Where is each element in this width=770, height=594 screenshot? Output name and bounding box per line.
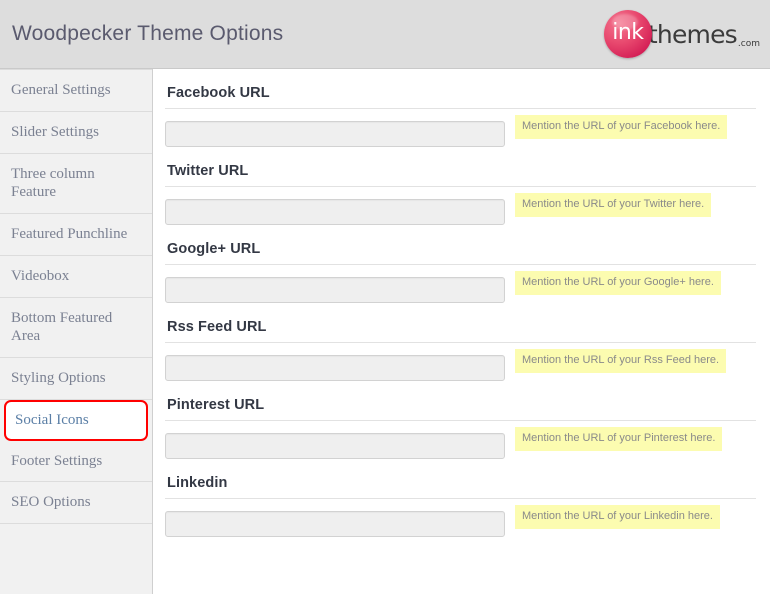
- field-label-facebook: Facebook URL: [167, 85, 270, 101]
- field-row-twitter: Mention the URL of your Twitter here.: [165, 187, 756, 225]
- field-block-rss-feed: Rss Feed URL Mention the URL of your Rss…: [165, 303, 756, 381]
- sidebar-item-videobox[interactable]: Videobox: [0, 256, 152, 298]
- facebook-url-input[interactable]: [165, 121, 505, 147]
- facebook-url-hint: Mention the URL of your Facebook here.: [515, 115, 728, 140]
- sidebar-item-label: Slider Settings: [11, 123, 99, 140]
- field-label-linkedin: Linkedin: [167, 475, 228, 491]
- field-block-linkedin: Linkedin Mention the URL of your Linkedi…: [165, 459, 756, 537]
- googleplus-url-hint: Mention the URL of your Google+ here.: [515, 271, 721, 296]
- field-block-googleplus: Google+ URL Mention the URL of your Goog…: [165, 225, 756, 303]
- field-block-twitter: Twitter URL Mention the URL of your Twit…: [165, 147, 756, 225]
- field-row-facebook: Mention the URL of your Facebook here.: [165, 109, 756, 147]
- twitter-url-hint: Mention the URL of your Twitter here.: [515, 193, 712, 218]
- theme-options-page: Woodpecker Theme Options ink themes .com…: [0, 0, 770, 594]
- sidebar-item-slider-settings[interactable]: Slider Settings: [0, 112, 152, 154]
- sidebar-item-bottom-featured-area[interactable]: Bottom Featured Area: [0, 298, 152, 358]
- sidebar-item-general-settings[interactable]: General Settings: [0, 69, 152, 112]
- field-block-facebook: Facebook URL Mention the URL of your Fac…: [165, 69, 756, 147]
- sidebar-item-label: Bottom Featured Area: [11, 309, 113, 345]
- sidebar-item-seo-options[interactable]: SEO Options: [0, 482, 152, 524]
- sidebar-item-featured-punchline[interactable]: Featured Punchline: [0, 214, 152, 256]
- sidebar-item-label: Featured Punchline: [11, 226, 128, 242]
- pinterest-url-hint: Mention the URL of your Pinterest here.: [515, 427, 723, 452]
- sidebar-item-styling-options[interactable]: Styling Options: [0, 358, 152, 400]
- logo-tld-text: .com: [737, 39, 760, 49]
- logo-circle-icon: ink: [603, 10, 652, 58]
- field-label-googleplus: Google+ URL: [167, 241, 261, 257]
- sidebar-item-label: Videobox: [11, 267, 70, 284]
- sidebar-item-label: SEO Options: [11, 494, 91, 511]
- field-row-pinterest: Mention the URL of your Pinterest here.: [165, 421, 756, 459]
- page-title: Woodpecker Theme Options: [12, 22, 284, 45]
- field-row-rss-feed: Mention the URL of your Rss Feed here.: [165, 343, 756, 381]
- field-row-googleplus: Mention the URL of your Google+ here.: [165, 265, 756, 303]
- field-row-linkedin: Mention the URL of your Linkedin here.: [165, 499, 756, 537]
- linkedin-url-hint: Mention the URL of your Linkedin here.: [515, 505, 720, 530]
- page-header: Woodpecker Theme Options ink themes .com: [0, 0, 770, 69]
- sidebar-item-three-column-feature[interactable]: Three column Feature: [0, 154, 152, 214]
- inkthemes-logo: ink themes .com: [603, 8, 760, 60]
- sidebar-item-label: Social Icons: [15, 411, 89, 428]
- logo-word-text: themes: [647, 19, 738, 49]
- pinterest-url-input[interactable]: [165, 433, 505, 459]
- sidebar-item-footer-settings[interactable]: Footer Settings: [0, 441, 152, 483]
- sidebar-item-label: Styling Options: [11, 370, 106, 386]
- field-label-pinterest: Pinterest URL: [167, 397, 265, 413]
- field-block-pinterest: Pinterest URL Mention the URL of your Pi…: [165, 381, 756, 459]
- linkedin-url-input[interactable]: [165, 511, 505, 537]
- twitter-url-input[interactable]: [165, 199, 505, 225]
- googleplus-url-input[interactable]: [165, 277, 505, 303]
- rss-feed-url-input[interactable]: [165, 355, 505, 381]
- field-label-twitter: Twitter URL: [167, 163, 249, 179]
- sidebar-item-social-icons[interactable]: Social Icons: [4, 399, 148, 441]
- social-icons-settings-panel: Facebook URL Mention the URL of your Fac…: [153, 69, 770, 594]
- rss-feed-url-hint: Mention the URL of your Rss Feed here.: [515, 349, 727, 374]
- sidebar-item-label: Three column Feature: [11, 165, 95, 201]
- page-body: General Settings Slider Settings Three c…: [0, 69, 770, 594]
- sidebar-item-label: General Settings: [11, 82, 111, 98]
- field-label-rss-feed: Rss Feed URL: [167, 319, 267, 335]
- logo-mark-text: ink: [612, 20, 644, 45]
- settings-sidebar: General Settings Slider Settings Three c…: [0, 69, 153, 594]
- sidebar-item-label: Footer Settings: [11, 452, 103, 469]
